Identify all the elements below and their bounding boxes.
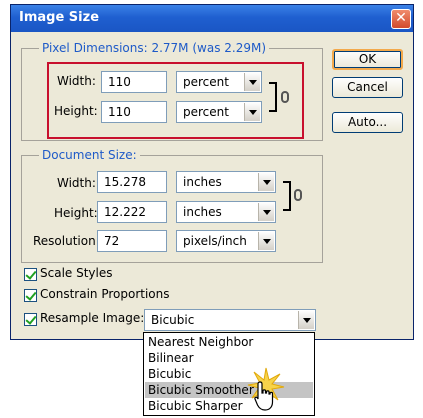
menu-item-bicubic-sharper[interactable]: Bicubic Sharper [145, 398, 313, 414]
doc-width-unit-select[interactable]: inches [176, 171, 276, 193]
constrain-proportions-label[interactable]: Constrain Proportions [40, 287, 170, 301]
pixel-height-unit-select[interactable]: percent [176, 101, 262, 123]
hand-pointer-icon [254, 381, 274, 411]
resample-image-label[interactable]: Resample Image: [40, 311, 144, 325]
pixel-width-unit-select[interactable]: percent [176, 71, 262, 93]
resolution-unit-select[interactable]: pixels/inch [176, 230, 276, 252]
doc-height-unit-select[interactable]: inches [176, 201, 276, 223]
chevron-down-icon[interactable] [244, 73, 260, 91]
pixel-width-label: Width: [57, 74, 96, 88]
menu-item-bicubic[interactable]: Bicubic [145, 366, 313, 382]
menu-item-bilinear[interactable]: Bilinear [145, 350, 313, 366]
doc-width-input[interactable]: 15.278 [97, 171, 167, 193]
title-bar[interactable]: Image Size ✕ [11, 5, 413, 32]
menu-item-nearest-neighbor[interactable]: Nearest Neighbor [145, 334, 313, 350]
auto-button[interactable]: Auto... [332, 112, 403, 133]
chevron-down-icon[interactable] [298, 311, 314, 329]
chain-link-icon [281, 91, 289, 103]
scale-styles-label[interactable]: Scale Styles [40, 266, 113, 280]
resample-dropdown-list: Nearest Neighbor Bilinear Bicubic Bicubi… [143, 332, 315, 416]
doc-constrain-bracket [283, 181, 291, 211]
pixel-height-input[interactable]: 110 [101, 101, 167, 123]
doc-height-label: Height: [54, 206, 98, 220]
ok-button[interactable]: OK [332, 49, 403, 70]
doc-height-unit-value: inches [183, 205, 222, 219]
scale-styles-checkbox[interactable] [24, 268, 37, 281]
resample-method-value: Bicubic [151, 313, 195, 327]
resolution-unit-value: pixels/inch [183, 234, 247, 248]
document-size-legend: Document Size: [39, 148, 140, 162]
image-size-dialog: Image Size ✕ Pixel Dimensions: 2.77M (wa… [10, 4, 414, 340]
constrain-proportions-checkbox[interactable] [24, 289, 37, 302]
pixel-height-label: Height: [54, 104, 98, 118]
chevron-down-icon[interactable] [258, 203, 274, 221]
doc-width-label: Width: [57, 176, 96, 190]
pixel-dimensions-legend: Pixel Dimensions: 2.77M (was 2.29M) [39, 41, 270, 55]
close-button[interactable]: ✕ [391, 9, 411, 29]
pixel-height-unit-value: percent [183, 105, 229, 119]
chain-link-icon [294, 189, 302, 201]
chevron-down-icon[interactable] [244, 103, 260, 121]
chevron-down-icon[interactable] [258, 173, 274, 191]
cancel-button[interactable]: Cancel [332, 77, 403, 98]
resolution-input[interactable]: 72 [97, 230, 167, 252]
chevron-down-icon[interactable] [258, 232, 274, 250]
doc-width-unit-value: inches [183, 175, 222, 189]
doc-height-input[interactable]: 12.222 [97, 201, 167, 223]
pixel-width-unit-value: percent [183, 75, 229, 89]
constrain-bracket [269, 82, 277, 112]
resample-method-select[interactable]: Bicubic [144, 309, 316, 331]
dialog-title: Image Size [19, 10, 100, 25]
menu-item-bicubic-smoother[interactable]: Bicubic Smoother [145, 382, 313, 398]
resolution-label: Resolution: [33, 234, 100, 248]
pixel-width-input[interactable]: 110 [101, 71, 167, 93]
resample-image-checkbox[interactable] [24, 313, 37, 326]
